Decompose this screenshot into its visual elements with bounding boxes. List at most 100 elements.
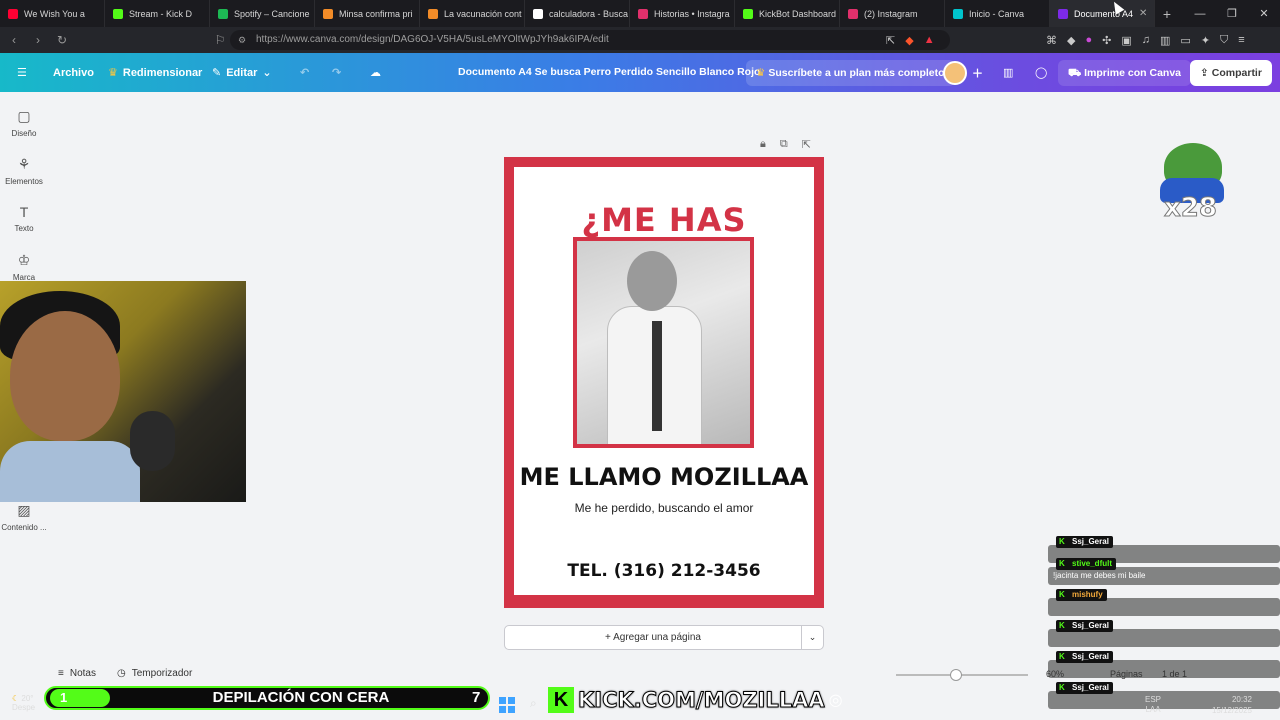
browser-tab[interactable]: (2) Instagram — [840, 0, 945, 27]
hamburger-icon[interactable]: ☰ — [17, 53, 27, 92]
pencil-icon: ✎ — [212, 67, 222, 79]
sidebar-item-elements[interactable]: ⚘ Elementos — [0, 156, 48, 186]
photo-head — [627, 251, 677, 311]
content-icon: ▨ — [17, 502, 31, 518]
share-button[interactable]: ⇪ Compartir — [1190, 60, 1272, 86]
sidebar-item-brand[interactable]: ♔ Marca — [0, 252, 48, 282]
poster-canvas[interactable]: ¿ME HAS VISTO? ME LLAMO MOZILLAA Me he p… — [504, 157, 824, 608]
edit-menu[interactable]: ✎ Editar ⌄ — [212, 53, 272, 92]
export-icon[interactable]: ⇱ — [802, 138, 811, 151]
chat-username-text: mishufy — [1072, 590, 1103, 599]
tab-favicon-icon — [113, 8, 123, 19]
browser-tab[interactable]: Historias • Instagra — [630, 0, 735, 27]
browser-tab[interactable]: Minsa confirma pri — [315, 0, 420, 27]
duplicate-icon[interactable]: ⧉ — [780, 138, 788, 151]
taskbar-clock[interactable]: 20:32 15/12/2025 — [1208, 694, 1252, 716]
taskbar-search-icon[interactable]: ⌕ — [530, 696, 537, 711]
tab-label: Historias • Instagra — [654, 8, 730, 19]
site-settings-icon[interactable]: ⚙ — [238, 30, 246, 50]
forward-icon[interactable]: › — [28, 33, 48, 47]
add-page-button[interactable]: + Agregar una página ⌄ — [504, 625, 824, 650]
sidebar-item-content[interactable]: ▨ Contenido ... — [0, 502, 48, 532]
language-indicator[interactable]: ESP LAA — [1145, 695, 1161, 715]
chat-username[interactable]: K Ssj_Geral — [1056, 682, 1113, 694]
ai-icon[interactable]: ✦ — [1201, 34, 1210, 47]
browser-tab[interactable]: Spotify – Cancione — [210, 0, 315, 27]
zoom-value[interactable]: 60% — [1046, 669, 1064, 679]
tab-label: KickBot Dashboard — [759, 8, 837, 19]
tab-favicon-icon — [743, 8, 753, 19]
timer-button[interactable]: ◷ Temporizador — [117, 668, 192, 679]
browser-tab[interactable]: KickBot Dashboard — [735, 0, 840, 27]
kick-badge-icon: K — [1059, 652, 1065, 661]
extension-icon[interactable]: ◆ — [1067, 34, 1075, 47]
shield-icon[interactable]: ⛉ — [1220, 34, 1228, 47]
pages-button[interactable]: Páginas — [1110, 669, 1143, 679]
sidebar-item-design[interactable]: ▢ Diseño — [0, 108, 48, 138]
screenshot-icon[interactable]: ▣ — [1121, 34, 1131, 47]
url-actions: ⇱ ◆ ▲ — [886, 27, 935, 53]
banner-left-number: 1 — [50, 689, 110, 707]
comment-icon[interactable]: ◯ — [1035, 53, 1047, 92]
bookmark-icon[interactable]: ⚐ — [210, 33, 230, 47]
document-title[interactable]: Documento A4 Se busca Perro Perdido Senc… — [458, 53, 760, 92]
obs-icon[interactable]: ◎ — [829, 690, 843, 710]
browser-tab[interactable]: La vacunación cont — [420, 0, 525, 27]
share-url-icon[interactable]: ⇱ — [886, 34, 895, 47]
print-button[interactable]: ⛟ Imprime con Canva — [1058, 60, 1192, 86]
sidebar-toggle-icon[interactable]: ▥ — [1160, 34, 1170, 47]
close-tab-icon[interactable]: ✕ — [1139, 8, 1147, 19]
lock-icon[interactable]: 🔒︎ — [760, 138, 766, 151]
add-collaborator-icon[interactable]: ＋ — [972, 53, 983, 92]
windows-start-icon[interactable] — [499, 697, 515, 713]
menu-icon[interactable]: ≡ — [1238, 34, 1244, 46]
poster-phone[interactable]: TEL. (316) 212-3456 — [514, 561, 814, 581]
window-controls: — ❐ ✕ — [1184, 0, 1280, 27]
maximize-icon[interactable]: ❐ — [1216, 7, 1248, 20]
chat-username[interactable]: K Ssj_Geral — [1056, 620, 1113, 632]
chat-username[interactable]: K Ssj_Geral — [1056, 536, 1113, 548]
redo-icon[interactable]: ↷ — [332, 53, 341, 92]
add-page-label: + Agregar una página — [605, 632, 701, 643]
chat-username[interactable]: Kmishufy — [1056, 589, 1107, 601]
close-window-icon[interactable]: ✕ — [1248, 7, 1280, 20]
browser-tab[interactable]: calculadora - Busca — [525, 0, 630, 27]
brave-shield-icon[interactable]: ◆ — [905, 34, 913, 47]
avatar[interactable] — [943, 61, 967, 85]
elements-icon: ⚘ — [17, 156, 31, 172]
cloud-saved-icon[interactable]: ☁ — [370, 53, 381, 92]
browser-tab[interactable]: We Wish You a — [0, 0, 105, 27]
browser-tab[interactable]: Documento A4 ✕ — [1050, 0, 1155, 27]
extension-icon[interactable]: ● — [1085, 34, 1092, 46]
url-field[interactable]: ⚙ https://www.canva.com/design/DAG6OJ-V5… — [230, 30, 950, 50]
tab-label: Stream - Kick D — [129, 8, 193, 19]
subscribe-button[interactable]: ♛ Suscríbete a un plan más completo — [746, 60, 955, 86]
puzzle-icon[interactable]: ✣ — [1102, 34, 1111, 47]
file-menu[interactable]: Archivo — [53, 53, 94, 92]
notes-button[interactable]: ≡ Notas — [58, 668, 96, 679]
chevron-down-icon[interactable]: ⌄ — [801, 626, 823, 649]
poster-name[interactable]: ME LLAMO MOZILLAA — [514, 463, 814, 491]
chat-username[interactable]: K Ssj_Geral — [1056, 651, 1113, 663]
new-tab-icon[interactable]: + — [1155, 6, 1179, 22]
undo-icon[interactable]: ↶ — [300, 53, 309, 92]
minimize-icon[interactable]: — — [1184, 8, 1216, 20]
brave-rewards-icon[interactable]: ▲ — [924, 34, 935, 46]
analytics-icon[interactable]: ▥ — [1003, 53, 1013, 92]
back-icon[interactable]: ‹ — [4, 33, 24, 47]
poster-subtitle[interactable]: Me he perdido, buscando el amor — [514, 501, 814, 515]
sidebar-item-text[interactable]: T Texto — [0, 204, 48, 233]
chat-username[interactable]: Kstive_dfult — [1056, 558, 1117, 570]
poster-photo[interactable] — [573, 237, 754, 448]
translate-icon[interactable]: ⌘ — [1046, 34, 1057, 47]
wallet-icon[interactable]: ▭ — [1180, 34, 1190, 47]
resize-button[interactable]: ♛ Redimensionar — [108, 53, 202, 92]
tab-favicon-icon — [638, 8, 648, 19]
music-icon[interactable]: ♫ — [1142, 34, 1150, 46]
browser-tab[interactable]: Stream - Kick D — [105, 0, 210, 27]
zoom-slider-handle[interactable] — [950, 669, 962, 681]
weather-widget[interactable]: ☾ 20° Despe — [12, 694, 35, 712]
reload-icon[interactable]: ↻ — [52, 33, 72, 47]
zoom-slider[interactable] — [896, 674, 1028, 676]
browser-tab[interactable]: Inicio - Canva — [945, 0, 1050, 27]
